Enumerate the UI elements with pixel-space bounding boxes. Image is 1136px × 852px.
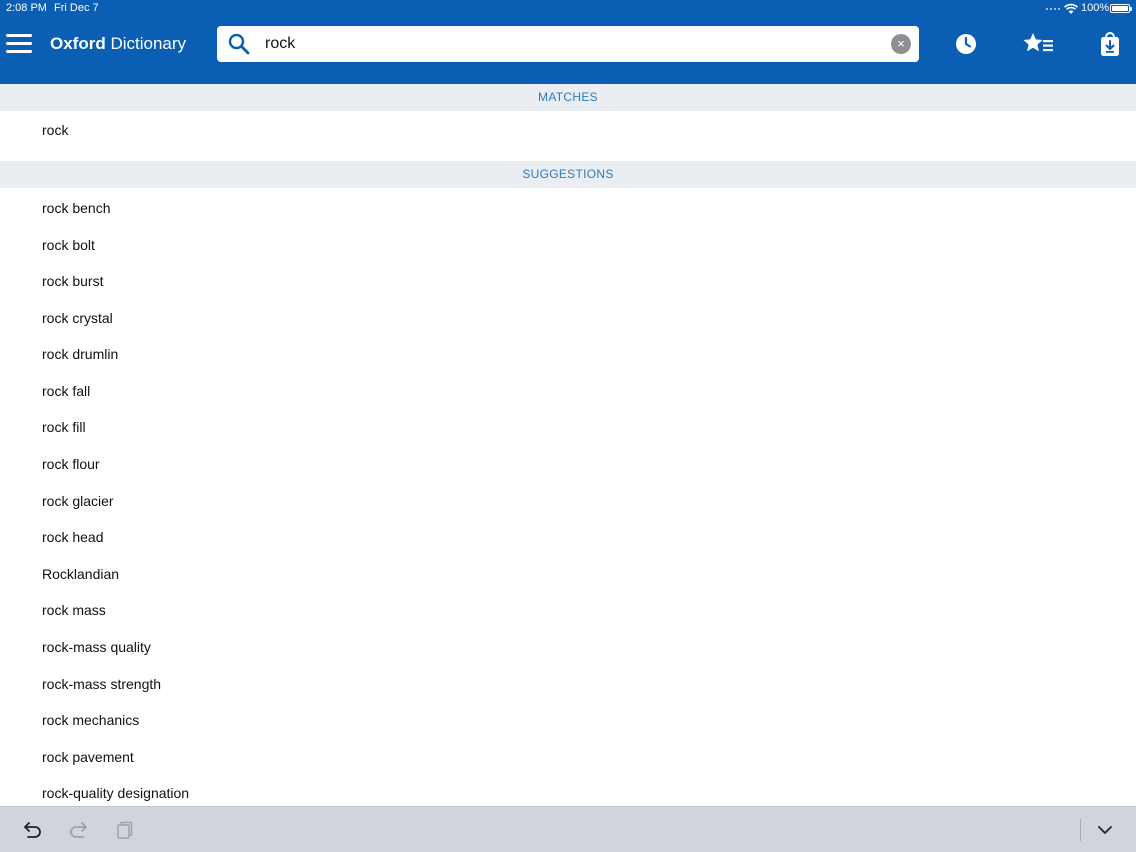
wifi-icon [1064,3,1078,14]
suggestion-item[interactable]: rock flour [42,446,1102,482]
paste-icon[interactable] [112,819,134,841]
history-icon[interactable] [952,30,980,58]
clear-icon[interactable]: × [891,34,911,54]
undo-icon[interactable] [22,819,44,841]
menu-icon[interactable] [6,34,32,54]
suggestion-item[interactable]: rock fall [42,373,1102,409]
suggestion-item[interactable]: rock mechanics [42,702,1102,738]
suggestion-item[interactable]: rock bench [42,190,1102,226]
suggestion-item[interactable]: rock crystal [42,300,1102,336]
status-date: Fri Dec 7 [54,2,99,14]
suggestion-item[interactable]: rock drumlin [42,336,1102,372]
favorites-icon[interactable] [1022,30,1056,58]
battery-icon [1110,4,1132,13]
search-input[interactable] [265,30,885,58]
status-time: 2:08 PM [6,2,47,14]
status-bar: 2:08 PM Fri Dec 7 100% [0,0,1136,18]
suggestion-item[interactable]: rock glacier [42,483,1102,519]
search-bar: × [217,26,919,62]
suggestion-item[interactable]: rock-mass quality [42,629,1102,665]
redo-icon[interactable] [67,819,89,841]
app-header: 2:08 PM Fri Dec 7 100% Oxford Dictionary… [0,0,1136,84]
suggestion-item[interactable]: rock fill [42,409,1102,445]
search-icon [228,33,250,55]
suggestion-item[interactable]: rock head [42,519,1102,555]
matches-header: MATCHES [0,84,1136,111]
cellular-signal-icon [1046,8,1060,10]
suggestion-item[interactable]: Rocklandian [42,556,1102,592]
suggestion-item[interactable]: rock-mass strength [42,666,1102,702]
battery-percent: 100% [1081,2,1110,14]
downloads-icon[interactable] [1098,30,1122,58]
keyboard-shortcut-bar [0,806,1136,852]
chevron-down-icon[interactable] [1094,819,1116,841]
bar-divider [1080,819,1081,841]
app-title: Oxford Dictionary [50,34,186,54]
app-title-bold: Oxford [50,34,106,53]
suggestion-item[interactable]: rock burst [42,263,1102,299]
suggestions-header: SUGGESTIONS [0,161,1136,188]
suggestion-item[interactable]: rock bolt [42,227,1102,263]
app-title-rest: Dictionary [105,34,187,53]
suggestion-item[interactable]: rock pavement [42,739,1102,775]
match-item[interactable]: rock [42,112,1102,148]
suggestion-item[interactable]: rock mass [42,592,1102,628]
